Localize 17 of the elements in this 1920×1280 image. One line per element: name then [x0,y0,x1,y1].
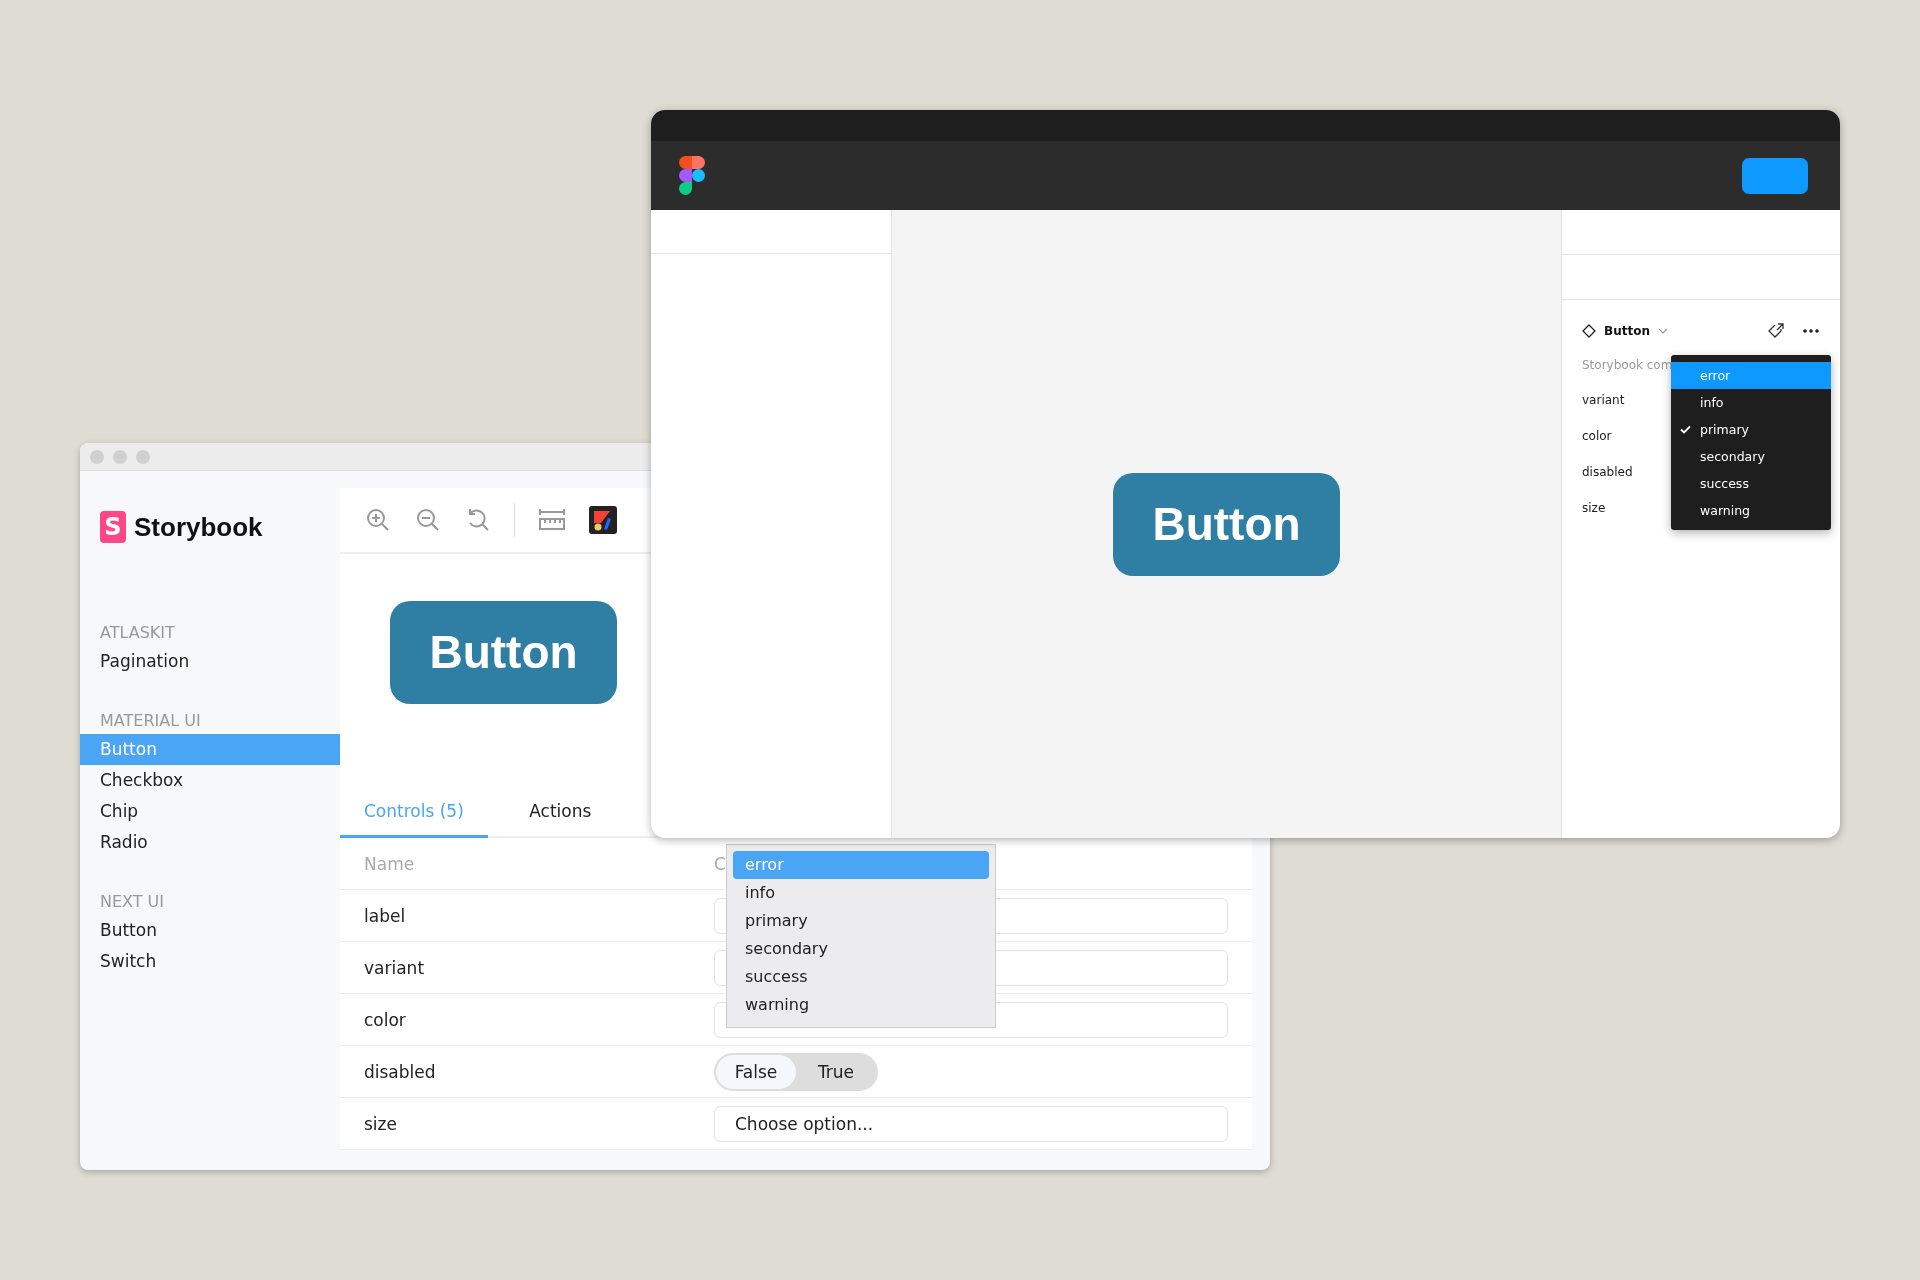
sidebar-heading: NEXT UI [99,891,166,913]
prop-name: color [364,1009,407,1030]
property-label: color [1581,428,1613,445]
logo-text: Storybook [134,511,263,543]
prop-name: disabled [364,1061,437,1082]
property-label: variant [1581,392,1626,409]
column-header: C [714,853,726,874]
prop-name: label [364,905,407,926]
sidebar-heading: ATLASKIT [99,622,176,644]
logo-mark: S [100,511,126,543]
column-header: Name [364,853,415,874]
description-text: Storybook com [1581,357,1674,372]
property-label: disabled [1581,464,1634,481]
prop-name: variant [364,957,426,978]
sidebar-heading: MATERIAL UI [99,710,202,732]
property-label: size [1581,500,1607,517]
prop-name: size [364,1113,398,1134]
